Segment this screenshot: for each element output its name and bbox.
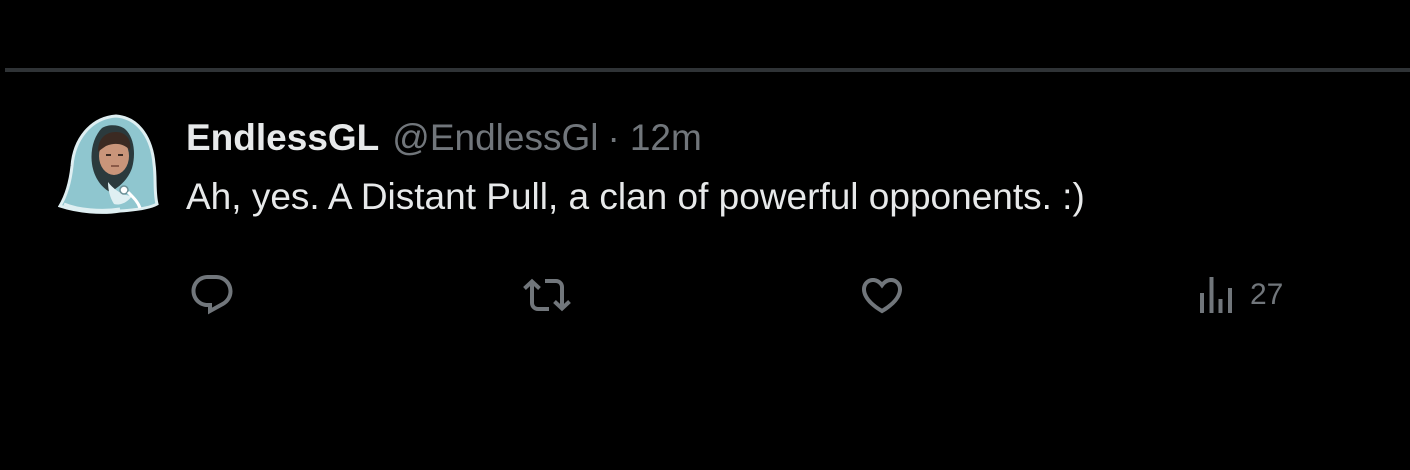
reply-icon bbox=[191, 275, 233, 315]
timeline-divider bbox=[5, 68, 1410, 72]
retweet-icon bbox=[523, 278, 571, 312]
header-separator: · bbox=[607, 117, 620, 158]
heart-icon bbox=[861, 278, 903, 314]
reply-button[interactable] bbox=[188, 270, 236, 320]
avatar[interactable] bbox=[57, 112, 160, 216]
views-chart-icon bbox=[1200, 277, 1232, 313]
tweet-text: Ah, yes. A Distant Pull, a clan of power… bbox=[186, 176, 1085, 217]
tweet-timestamp[interactable]: 12m bbox=[630, 117, 702, 159]
tweet-actions: 27 bbox=[0, 270, 1410, 320]
like-button[interactable] bbox=[858, 270, 906, 320]
views-count: 27 bbox=[1250, 278, 1284, 311]
author-handle[interactable]: @EndlessGl bbox=[392, 117, 598, 159]
hooded-character-avatar-icon bbox=[57, 114, 159, 214]
tweet-header: EndlessGL @EndlessGl · 12m bbox=[186, 113, 702, 163]
views-button[interactable]: 27 bbox=[1192, 270, 1283, 320]
retweet-button[interactable] bbox=[523, 270, 571, 320]
author-name[interactable]: EndlessGL bbox=[186, 117, 379, 159]
